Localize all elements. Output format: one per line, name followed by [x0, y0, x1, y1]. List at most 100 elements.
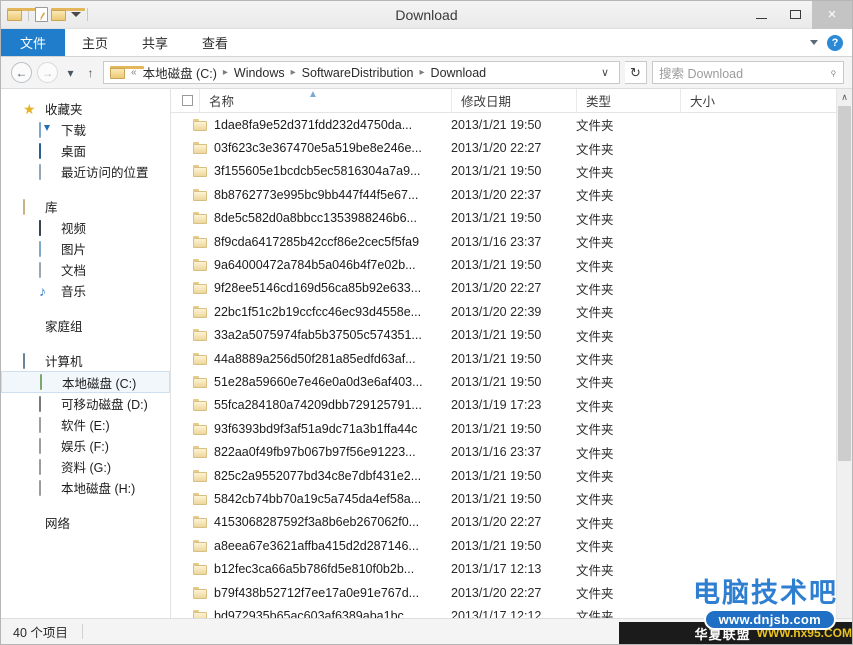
file-name-cell[interactable]: 9a64000472a784b5a046b4f7e02b...: [171, 258, 451, 272]
sidebar-item-downloads[interactable]: 下载: [1, 119, 170, 140]
table-row[interactable]: 51e28a59660e7e46e0a0d3e6af403... 2013/1/2…: [171, 370, 852, 393]
sidebar-item-disk-f[interactable]: 娱乐 (F:): [1, 435, 170, 456]
tab-file[interactable]: 文件: [1, 29, 66, 56]
file-name-cell[interactable]: 22bc1f51c2b19ccfcc46ec93d4558e...: [171, 305, 451, 319]
column-header-type[interactable]: 类型: [576, 88, 680, 113]
table-row[interactable]: 55fca284180a74209dbb729125791... 2013/1/1…: [171, 394, 852, 417]
table-row[interactable]: 8b8762773e995bc9bb447f44f5e67... 2013/1/2…: [171, 183, 852, 206]
file-name-cell[interactable]: 55fca284180a74209dbb729125791...: [171, 398, 451, 412]
table-row[interactable]: 9a64000472a784b5a046b4f7e02b... 2013/1/21…: [171, 253, 852, 276]
file-name-cell[interactable]: 33a2a5075974fab5b37505c574351...: [171, 328, 451, 342]
breadcrumb[interactable]: « 本地磁盘 (C:) ▸ Windows ▸ SoftwareDistribu…: [103, 61, 620, 84]
vertical-scrollbar[interactable]: ∧: [836, 89, 852, 618]
table-row[interactable]: 3f155605e1bcdcb5ec5816304a7a9... 2013/1/2…: [171, 160, 852, 183]
file-name-cell[interactable]: 822aa0f49fb97b067b97f56e91223...: [171, 445, 451, 459]
scrollbar-thumb[interactable]: [838, 106, 851, 461]
table-row[interactable]: a8eea67e3621affba415d2d287146... 2013/1/2…: [171, 534, 852, 557]
file-name-cell[interactable]: 9f28ee5146cd169d56ca85b92e633...: [171, 281, 451, 295]
column-header-name[interactable]: 名称: [199, 88, 451, 113]
customize-dropdown-icon[interactable]: [71, 12, 81, 17]
breadcrumb-item-softwaredistribution[interactable]: SoftwareDistribution: [299, 66, 417, 80]
sidebar-item-local-disk-c[interactable]: 本地磁盘 (C:): [1, 371, 170, 393]
file-name-cell[interactable]: 44a8889a256d50f281a85edfd63af...: [171, 352, 451, 366]
file-name-cell[interactable]: 1dae8fa9e52d371fdd232d4750da...: [171, 118, 451, 132]
breadcrumb-dropdown-icon[interactable]: ∨: [593, 66, 615, 79]
scroll-up-button[interactable]: ∧: [837, 89, 852, 106]
minimize-button[interactable]: [744, 1, 778, 29]
file-name-cell[interactable]: 8de5c582d0a8bbcc1353988246b6...: [171, 211, 451, 225]
chevron-down-icon[interactable]: [810, 40, 818, 45]
sidebar-group-homegroup[interactable]: 家庭组: [1, 315, 170, 336]
table-row[interactable]: 33a2a5075974fab5b37505c574351... 2013/1/2…: [171, 324, 852, 347]
file-name-cell[interactable]: 03f623c3e367470e5a519be8e246e...: [171, 141, 451, 155]
file-name-cell[interactable]: 51e28a59660e7e46e0a0d3e6af403...: [171, 375, 451, 389]
search-box[interactable]: 搜索 Download ⌕: [652, 61, 844, 84]
table-row[interactable]: 22bc1f51c2b19ccfcc46ec93d4558e... 2013/1/…: [171, 300, 852, 323]
sidebar-item-recent-places[interactable]: 最近访问的位置: [1, 161, 170, 182]
properties-icon[interactable]: [35, 7, 48, 22]
sidebar-item-desktop[interactable]: 桌面: [1, 140, 170, 161]
sidebar-item-removable-disk-d[interactable]: 可移动磁盘 (D:): [1, 393, 170, 414]
sidebar-item-pictures[interactable]: 图片: [1, 238, 170, 259]
file-name-cell[interactable]: bd972935b65ac603af6389aba1bc...: [171, 609, 451, 618]
sidebar-item-local-disk-h[interactable]: 本地磁盘 (H:): [1, 477, 170, 498]
table-row[interactable]: 93f6393bd9f3af51a9dc71a3b1ffa44c 2013/1/2…: [171, 417, 852, 440]
table-row[interactable]: 5842cb74bb70a19c5a745da4ef58a... 2013/1/2…: [171, 487, 852, 510]
tab-view[interactable]: 查看: [185, 29, 245, 56]
table-row[interactable]: 822aa0f49fb97b067b97f56e91223... 2013/1/1…: [171, 440, 852, 463]
recent-locations-button[interactable]: ▾: [63, 62, 78, 83]
folder-icon[interactable]: [7, 8, 41, 21]
sidebar-group-network[interactable]: 网络: [1, 512, 170, 533]
table-row[interactable]: 03f623c3e367470e5a519be8e246e... 2013/1/2…: [171, 136, 852, 159]
search-icon[interactable]: ⌕: [826, 65, 841, 80]
breadcrumb-item-windows[interactable]: Windows: [231, 66, 288, 80]
sidebar-item-videos[interactable]: 视频: [1, 217, 170, 238]
help-icon[interactable]: ?: [827, 34, 843, 51]
breadcrumb-item-download[interactable]: Download: [428, 66, 490, 80]
table-row[interactable]: 9f28ee5146cd169d56ca85b92e633... 2013/1/2…: [171, 277, 852, 300]
table-row[interactable]: b12fec3ca66a5b786fd5e810f0b2b... 2013/1/1…: [171, 557, 852, 580]
close-button[interactable]: ×: [812, 0, 852, 29]
file-name-cell[interactable]: 3f155605e1bcdcb5ec5816304a7a9...: [171, 164, 451, 178]
file-name-cell[interactable]: 8f9cda6417285b42ccf86e2cec5f5fa9: [171, 235, 451, 249]
search-input[interactable]: 搜索 Download: [659, 63, 743, 82]
breadcrumb-separator-2[interactable]: ▸: [290, 67, 297, 78]
sidebar-group-computer[interactable]: 计算机: [1, 350, 170, 371]
sidebar-item-music[interactable]: ♪ 音乐: [1, 280, 170, 301]
sidebar-group-favorites[interactable]: ★ 收藏夹: [1, 98, 170, 119]
maximize-button[interactable]: [778, 1, 812, 29]
new-folder-icon[interactable]: [51, 8, 85, 21]
column-header-date[interactable]: 修改日期: [451, 88, 576, 113]
select-all-column[interactable]: [171, 89, 199, 113]
table-row[interactable]: 8de5c582d0a8bbcc1353988246b6... 2013/1/21…: [171, 207, 852, 230]
file-name-cell[interactable]: 93f6393bd9f3af51a9dc71a3b1ffa44c: [171, 422, 451, 436]
forward-button[interactable]: →: [37, 62, 58, 83]
file-name-cell[interactable]: 8b8762773e995bc9bb447f44f5e67...: [171, 188, 451, 202]
sidebar-item-documents[interactable]: 文档: [1, 259, 170, 280]
breadcrumb-separator-3[interactable]: ▸: [419, 67, 426, 78]
up-button[interactable]: ↑: [83, 62, 98, 83]
file-name-cell[interactable]: b79f438b52712f7ee17a0e91e767d...: [171, 586, 451, 600]
breadcrumb-item-drive[interactable]: 本地磁盘 (C:): [140, 63, 220, 82]
table-row[interactable]: b79f438b52712f7ee17a0e91e767d... 2013/1/2…: [171, 581, 852, 604]
file-name-cell[interactable]: b12fec3ca66a5b786fd5e810f0b2b...: [171, 562, 451, 576]
sidebar-item-disk-g[interactable]: 资料 (G:): [1, 456, 170, 477]
table-row[interactable]: 4153068287592f3a8b6eb267062f0... 2013/1/2…: [171, 511, 852, 534]
column-header-size[interactable]: 大小: [680, 88, 780, 113]
tab-home[interactable]: 主页: [65, 29, 125, 56]
tab-share[interactable]: 共享: [125, 29, 185, 56]
table-row[interactable]: 44a8889a256d50f281a85edfd63af... 2013/1/2…: [171, 347, 852, 370]
table-row[interactable]: 1dae8fa9e52d371fdd232d4750da... 2013/1/21…: [171, 113, 852, 136]
table-row[interactable]: 8f9cda6417285b42ccf86e2cec5f5fa9 2013/1/1…: [171, 230, 852, 253]
refresh-button[interactable]: ↻: [625, 61, 647, 84]
file-name-cell[interactable]: a8eea67e3621affba415d2d287146...: [171, 539, 451, 553]
file-name-cell[interactable]: 4153068287592f3a8b6eb267062f0...: [171, 515, 451, 529]
table-row[interactable]: 825c2a9552077bd34c8e7dbf431e2... 2013/1/2…: [171, 464, 852, 487]
sidebar-group-libraries[interactable]: 库: [1, 196, 170, 217]
breadcrumb-separator-1[interactable]: ▸: [222, 67, 229, 78]
file-name-cell[interactable]: 5842cb74bb70a19c5a745da4ef58a...: [171, 492, 451, 506]
select-all-checkbox[interactable]: [182, 95, 193, 106]
sidebar-item-disk-e[interactable]: 软件 (E:): [1, 414, 170, 435]
file-name-cell[interactable]: 825c2a9552077bd34c8e7dbf431e2...: [171, 469, 451, 483]
back-button[interactable]: ←: [11, 62, 32, 83]
